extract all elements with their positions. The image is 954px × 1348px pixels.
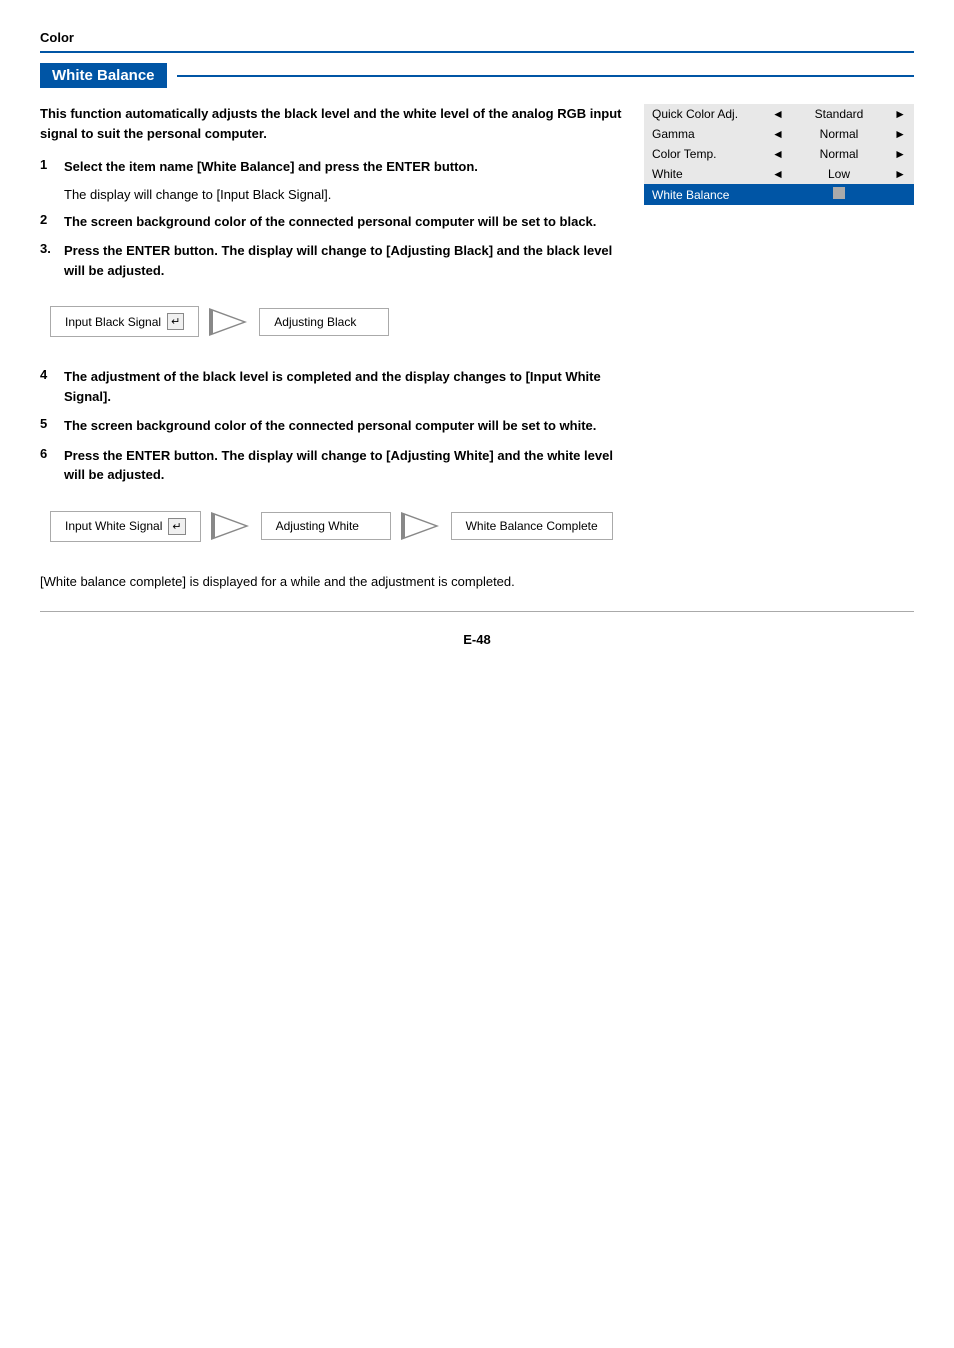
content-area: This function automatically adjusts the …	[40, 104, 914, 591]
menu-row-0: Quick Color Adj. ◄ Standard ►	[644, 104, 914, 124]
section-header: White Balance	[40, 63, 914, 88]
diagram-1-box2: Adjusting Black	[259, 308, 389, 336]
menu-left-4	[764, 184, 792, 205]
diagram-2-box3: White Balance Complete	[451, 512, 613, 540]
menu-right-3: ►	[886, 164, 914, 184]
top-divider	[40, 51, 914, 53]
menu-left-1: ◄	[764, 124, 792, 144]
arrow-1	[209, 308, 249, 336]
step-6-number: 6	[40, 446, 56, 485]
step-5-number: 5	[40, 416, 56, 436]
menu-left-2: ◄	[764, 144, 792, 164]
bottom-divider	[40, 611, 914, 612]
step-3: 3. Press the ENTER button. The display w…	[40, 241, 624, 280]
menu-label-4: White Balance	[644, 184, 764, 205]
arrow-3	[401, 512, 441, 540]
step-6-text: Press the ENTER button. The display will…	[64, 446, 624, 485]
sidebar-menu: Quick Color Adj. ◄ Standard ► Gamma ◄ No…	[644, 104, 914, 591]
menu-row-4: White Balance	[644, 184, 914, 205]
step-2-number: 2	[40, 212, 56, 232]
menu-value-2: Normal	[792, 144, 886, 164]
menu-label-2: Color Temp.	[644, 144, 764, 164]
step-4-number: 4	[40, 367, 56, 406]
arrow-2	[211, 512, 251, 540]
step-5: 5 The screen background color of the con…	[40, 416, 624, 436]
page-container: Color White Balance This function automa…	[0, 0, 954, 677]
section-title-line	[177, 75, 914, 77]
menu-right-2: ►	[886, 144, 914, 164]
diagram-1-box1-label: Input Black Signal	[65, 315, 161, 329]
diagram-1-box2-label: Adjusting Black	[274, 315, 356, 329]
diagram-1-box1: Input Black Signal ↵	[50, 306, 199, 337]
menu-value-0: Standard	[792, 104, 886, 124]
menu-label-0: Quick Color Adj.	[644, 104, 764, 124]
enter-icon-2: ↵	[168, 518, 185, 535]
menu-right-1: ►	[886, 124, 914, 144]
step-1-sub: The display will change to [Input Black …	[64, 187, 624, 202]
bottom-note: [White balance complete] is displayed fo…	[40, 572, 624, 592]
step-3-text: Press the ENTER button. The display will…	[64, 241, 624, 280]
diagram-2-box1-label: Input White Signal	[65, 519, 162, 533]
section-title: White Balance	[40, 63, 167, 88]
diagram-2-box1: Input White Signal ↵	[50, 511, 201, 542]
diagram-2-box3-label: White Balance Complete	[466, 519, 598, 533]
menu-right-0: ►	[886, 104, 914, 124]
step-1: 1 Select the item name [White Balance] a…	[40, 157, 624, 177]
diagram-2-box2: Adjusting White	[261, 512, 391, 540]
step-4: 4 The adjustment of the black level is c…	[40, 367, 624, 406]
menu-label-3: White	[644, 164, 764, 184]
menu-value-4	[792, 184, 886, 205]
color-label: Color	[40, 30, 914, 45]
menu-value-1: Normal	[792, 124, 886, 144]
page-number: E-48	[40, 632, 914, 647]
menu-value-3: Low	[792, 164, 886, 184]
step-1-text: Select the item name [White Balance] and…	[64, 157, 478, 177]
enter-icon-1: ↵	[167, 313, 184, 330]
diagram-2: Input White Signal ↵ Adjusting White Whi…	[40, 501, 624, 552]
menu-right-4	[886, 184, 914, 205]
menu-left-0: ◄	[764, 104, 792, 124]
main-content: This function automatically adjusts the …	[40, 104, 624, 591]
step-2-text: The screen background color of the conne…	[64, 212, 596, 232]
intro-text: This function automatically adjusts the …	[40, 104, 624, 143]
step-6: 6 Press the ENTER button. The display wi…	[40, 446, 624, 485]
diagram-2-box2-label: Adjusting White	[276, 519, 359, 533]
step-4-text: The adjustment of the black level is com…	[64, 367, 624, 406]
step-5-text: The screen background color of the conne…	[64, 416, 596, 436]
menu-left-3: ◄	[764, 164, 792, 184]
menu-row-1: Gamma ◄ Normal ►	[644, 124, 914, 144]
menu-row-3: White ◄ Low ►	[644, 164, 914, 184]
step-2: 2 The screen background color of the con…	[40, 212, 624, 232]
menu-label-1: Gamma	[644, 124, 764, 144]
menu-table: Quick Color Adj. ◄ Standard ► Gamma ◄ No…	[644, 104, 914, 205]
step-3-number: 3.	[40, 241, 56, 280]
step-1-number: 1	[40, 157, 56, 177]
diagram-1: Input Black Signal ↵ Adjusting Black	[40, 296, 624, 347]
menu-row-2: Color Temp. ◄ Normal ►	[644, 144, 914, 164]
